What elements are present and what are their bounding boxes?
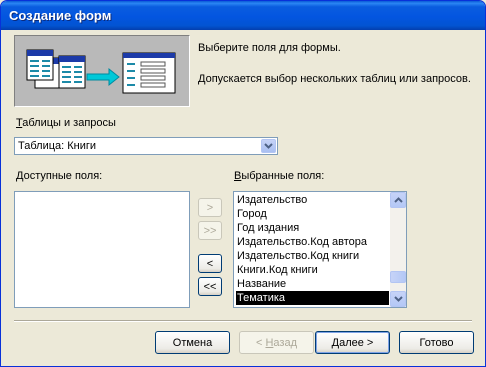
list-item[interactable]: Год издания [236,221,299,235]
table-query-select[interactable]: Таблица: Книги [14,137,278,155]
list-item[interactable]: Книги.Код книги [236,263,318,277]
list-item[interactable]: Издательство.Код автора [236,235,367,249]
list-item[interactable]: Название [236,277,286,291]
back-button[interactable]: < Назад [239,331,314,354]
available-fields-list[interactable] [14,191,190,308]
scroll-thumb[interactable] [390,271,406,283]
next-button[interactable]: Далее > [315,331,390,354]
scroll-down-button[interactable] [390,291,406,307]
chevron-up-icon [393,197,403,203]
remove-field-button[interactable]: < [198,254,222,273]
chevron-down-icon[interactable] [261,139,276,153]
title-bar[interactable]: Создание форм [1,1,485,30]
finish-button[interactable]: Готово [399,331,474,354]
scroll-up-button[interactable] [390,192,406,208]
vertical-scrollbar[interactable] [390,192,406,307]
selected-fields-label: Выбранные поля: [234,170,325,182]
selected-fields-list[interactable]: Издательство Город Год издания Издательс… [233,191,407,308]
table-query-value: Таблица: Книги [18,140,97,152]
tables-to-form-icon [26,49,176,94]
available-fields-label: Доступные поля: [16,170,103,182]
cancel-button[interactable]: Отмена [155,331,230,354]
dialog-body: Выберите поля для формы. Допускается выб… [4,30,482,364]
hint-text: Допускается выбор нескольких таблиц или … [198,73,471,85]
remove-all-fields-button[interactable]: << [198,277,222,296]
list-item-selected[interactable]: Тематика [236,291,389,305]
list-item[interactable]: Издательство.Код книги [236,249,359,263]
list-item[interactable]: Издательство [236,193,307,207]
list-item[interactable]: Город [236,207,267,221]
chevron-down-icon [393,296,403,302]
instruction-text: Выберите поля для формы. [198,42,341,54]
add-all-fields-button[interactable]: >> [198,221,222,240]
wizard-illustration [14,35,190,107]
window-title: Создание форм [9,8,112,23]
add-field-button[interactable]: > [198,198,222,217]
dialog-window: Создание форм Выберите поля для формы. Д… [0,0,486,367]
footer-divider [14,320,472,322]
tables-queries-label: Таблицы и запросы [16,117,116,129]
